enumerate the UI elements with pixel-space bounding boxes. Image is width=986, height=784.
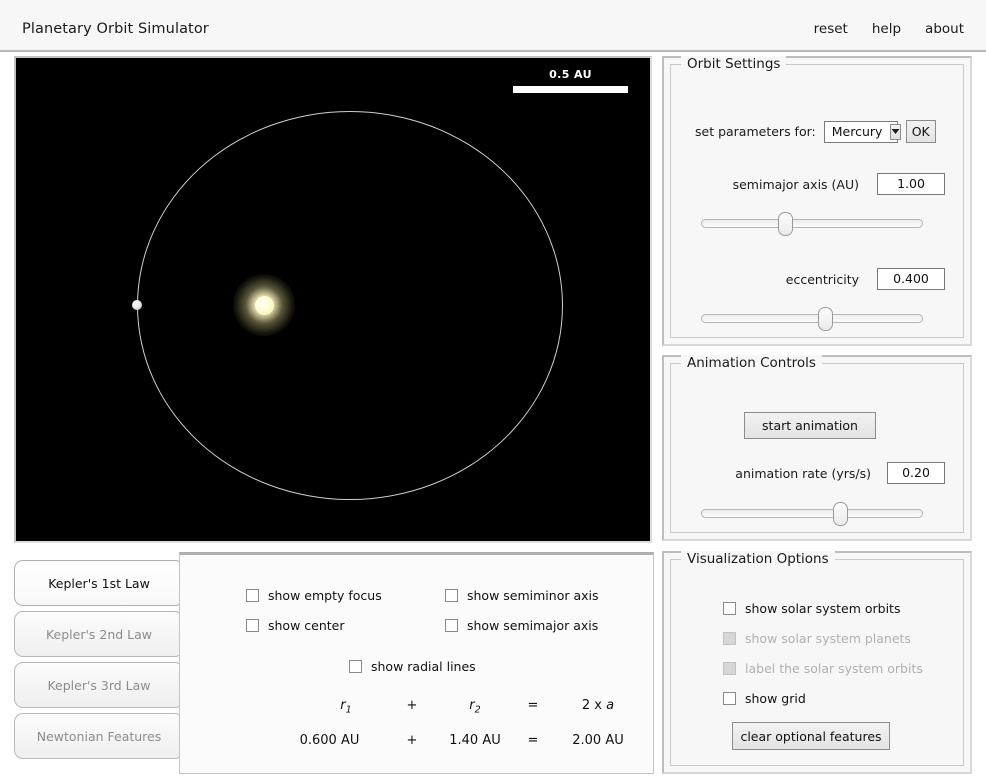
formula-r2-subscript: 2 — [474, 704, 481, 716]
slider-knob[interactable] — [833, 502, 848, 526]
animation-rate-label: animation rate (yrs/s) — [735, 465, 871, 481]
slider-track — [701, 509, 923, 518]
tab-keplers-2nd-law[interactable]: Kepler's 2nd Law — [14, 611, 184, 657]
checkbox-label: show radial lines — [371, 659, 476, 674]
checkbox-show-solar-system-orbits[interactable]: show solar system orbits — [723, 601, 900, 616]
checkbox-show-center[interactable]: show center — [246, 618, 345, 633]
checkbox-box[interactable] — [246, 619, 259, 632]
visualization-options-panel: Visualization Options show solar system … — [662, 551, 972, 774]
animation-rate-row: animation rate (yrs/s) 0.20 — [693, 462, 945, 484]
planet-preset-value: Mercury — [831, 124, 883, 139]
checkbox-box[interactable] — [349, 660, 362, 673]
checkbox-label: show grid — [745, 691, 806, 706]
visualization-options-title: Visualization Options — [681, 551, 835, 567]
checkbox-label: show solar system orbits — [745, 601, 901, 616]
slider-track — [701, 219, 923, 228]
clear-optional-features-button[interactable]: clear optional features — [732, 722, 890, 750]
checkbox-show-semimajor-axis[interactable]: show semimajor axis — [445, 618, 598, 633]
value-total: 2.00 AU — [572, 733, 624, 748]
checkbox-show-solar-system-planets: show solar system planets — [723, 631, 911, 646]
scale-bar-label: 0.5 AU — [549, 68, 592, 81]
menu-links: reset help about — [814, 21, 964, 37]
start-animation-button[interactable]: start animation — [744, 412, 876, 439]
formula-equals-1: = — [527, 698, 539, 713]
checkbox-box — [723, 662, 736, 675]
app-title: Planetary Orbit Simulator — [22, 21, 209, 37]
value-r2: 1.40 AU — [449, 733, 501, 748]
orbit-settings-title: Orbit Settings — [681, 56, 787, 72]
tab-keplers-1st-law[interactable]: Kepler's 1st Law — [14, 560, 184, 606]
slider-knob[interactable] — [778, 212, 793, 236]
planet-icon[interactable] — [132, 300, 142, 310]
menu-link-help[interactable]: help — [872, 21, 901, 37]
formula-symbol-row: r1 + r2 = 2 x a — [180, 698, 655, 716]
preset-label: set parameters for: — [695, 124, 816, 139]
visualization-options-inner: Visualization Options show solar system … — [670, 551, 964, 766]
planet-preset-select[interactable]: Mercury — [823, 120, 902, 143]
checkbox-label-the-solar-system-orbits: label the solar system orbits — [723, 661, 923, 676]
formula-plus-1: + — [406, 698, 418, 713]
eccentricity-value[interactable]: 0.400 — [877, 268, 945, 290]
semimajor-row: semimajor axis (AU) 1.00 — [695, 173, 945, 195]
slider-track — [701, 314, 923, 323]
checkbox-box[interactable] — [445, 589, 458, 602]
checkbox-box — [723, 632, 736, 645]
semimajor-axis-value[interactable]: 1.00 — [877, 173, 945, 195]
checkbox-box[interactable] — [445, 619, 458, 632]
checkbox-label: label the solar system orbits — [745, 661, 923, 676]
formula-2a-number: 2 x — [581, 698, 607, 713]
semimajor-axis-slider[interactable] — [701, 212, 923, 236]
tab-newtonian-features[interactable]: Newtonian Features — [14, 713, 184, 759]
sun-icon — [254, 295, 274, 315]
law-tabs: Kepler's 1st Law Kepler's 2nd Law Kepler… — [14, 560, 184, 764]
checkbox-show-radial-lines[interactable]: show radial lines — [349, 659, 476, 674]
checkbox-label: show center — [268, 618, 345, 633]
value-plus: + — [406, 733, 418, 748]
formula-a-symbol: a — [606, 698, 615, 713]
checkbox-box[interactable] — [723, 692, 736, 705]
animation-rate-value[interactable]: 0.20 — [887, 462, 945, 484]
menu-link-reset[interactable]: reset — [814, 21, 848, 37]
ok-button[interactable]: OK — [905, 120, 936, 143]
menu-link-about[interactable]: about — [925, 21, 964, 37]
scale-bar-line — [513, 86, 628, 93]
formula-values-row: 0.600 AU + 1.40 AU = 2.00 AU — [180, 733, 655, 748]
animation-controls-panel: Animation Controls start animation anima… — [662, 355, 972, 541]
orbit-stage: 0.5 AU — [16, 58, 650, 541]
checkbox-label: show empty focus — [268, 588, 382, 603]
formula-r1-subscript: 1 — [345, 704, 352, 716]
value-equals: = — [527, 733, 539, 748]
semimajor-axis-label: semimajor axis (AU) — [732, 176, 859, 192]
checkbox-label: show solar system planets — [745, 631, 911, 646]
checkbox-label: show semimajor axis — [467, 618, 599, 633]
animation-controls-title: Animation Controls — [681, 355, 822, 371]
slider-knob[interactable] — [818, 307, 833, 331]
keplers-1st-law-panel: show empty focus show semiminor axis sho… — [179, 552, 654, 774]
checkbox-box[interactable] — [246, 589, 259, 602]
eccentricity-label: eccentricity — [785, 271, 859, 287]
chevron-down-icon[interactable] — [890, 123, 902, 140]
scale-bar: 0.5 AU — [513, 68, 628, 93]
animation-rate-slider[interactable] — [701, 502, 923, 526]
title-bar: Planetary Orbit Simulator reset help abo… — [0, 0, 986, 52]
tab-keplers-3rd-law[interactable]: Kepler's 3rd Law — [14, 662, 184, 708]
checkbox-show-empty-focus[interactable]: show empty focus — [246, 588, 382, 603]
eccentricity-row: eccentricity 0.400 — [695, 268, 945, 290]
checkbox-box[interactable] — [723, 602, 736, 615]
checkbox-show-semiminor-axis[interactable]: show semiminor axis — [445, 588, 599, 603]
orbit-settings-panel: Orbit Settings set parameters for: Mercu… — [662, 56, 972, 346]
orbit-path-ellipse — [137, 111, 563, 500]
eccentricity-slider[interactable] — [701, 307, 923, 331]
preset-row: set parameters for: Mercury OK — [695, 120, 936, 143]
value-r1: 0.600 AU — [299, 733, 360, 748]
checkbox-label: show semiminor axis — [467, 588, 599, 603]
checkbox-show-grid[interactable]: show grid — [723, 691, 806, 706]
orbit-canvas[interactable]: 0.5 AU — [14, 56, 652, 543]
animation-controls-inner: Animation Controls start animation anima… — [670, 355, 964, 533]
orbit-settings-inner: Orbit Settings set parameters for: Mercu… — [670, 56, 964, 338]
